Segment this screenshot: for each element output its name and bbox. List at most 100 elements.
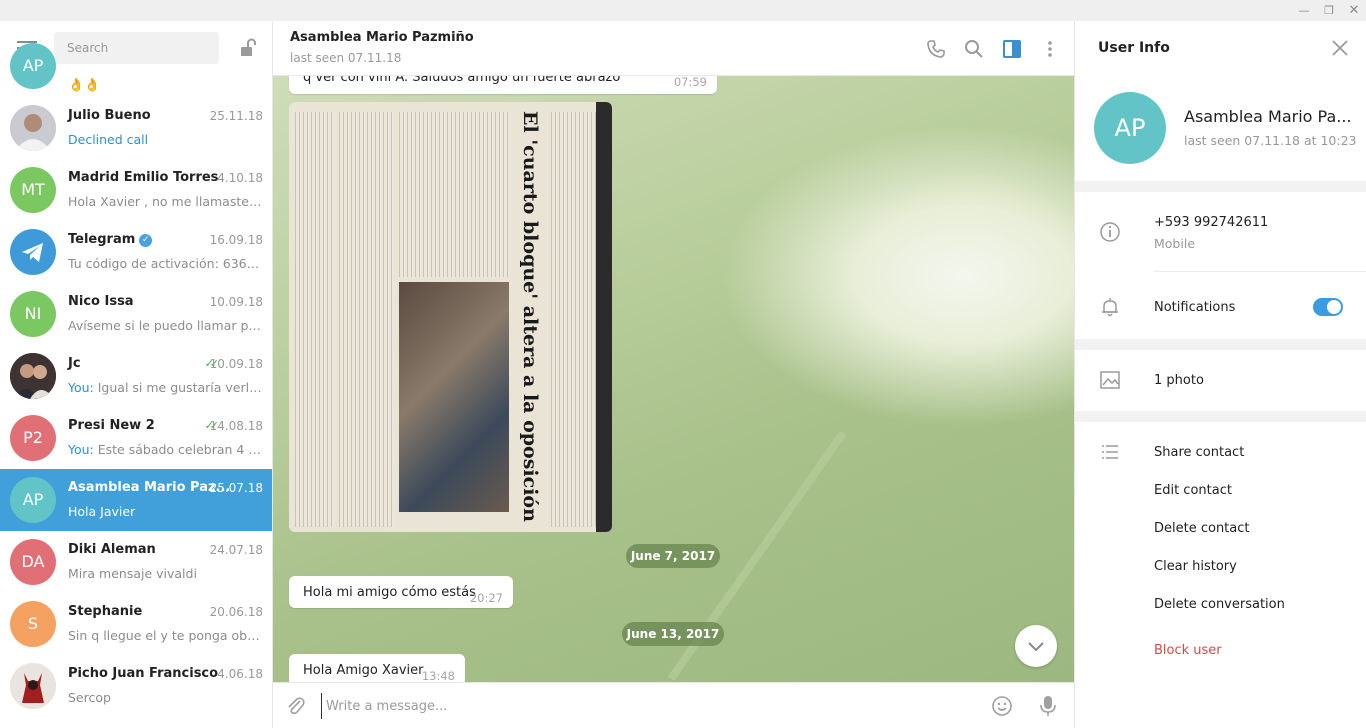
chat-date: 16.09.18 — [209, 233, 263, 247]
user-name: Asamblea Mario Pa... — [1184, 107, 1352, 126]
svg-text:El 'cuarto bloque' altera a la: El 'cuarto bloque' altera a la oposición… — [519, 111, 541, 527]
message-bubble[interactable]: q ver con vini A. Saludos amigo un fuert… — [289, 76, 717, 94]
block-user-button[interactable]: Block user — [1154, 643, 1222, 658]
minimize-button[interactable]: — — [1290, 0, 1318, 21]
list-item-message: 👌👌 — [68, 78, 101, 93]
message-composer — [273, 682, 1074, 728]
chat-last-message: Mira mensaje vivaldi — [68, 566, 197, 581]
edit-contact-button[interactable]: Edit contact — [1154, 483, 1232, 498]
message-bubble[interactable]: Hola Amigo Xavier 13:48 — [289, 654, 465, 682]
chat-item-presi-new-2[interactable]: P2 Presi New 2 ✓✓ 14.08.18 You: Este sáb… — [0, 407, 272, 469]
share-contact-button[interactable]: Share contact — [1154, 445, 1244, 460]
delete-contact-button[interactable]: Delete contact — [1154, 521, 1250, 536]
chat-item-stephanie[interactable]: S Stephanie 20.06.18 Sin q llegue el y t… — [0, 593, 272, 655]
chat-list: Julio Bueno 25.11.18 Declined call MT Ma… — [0, 97, 272, 717]
chat-date: 4.10.18 — [217, 171, 263, 185]
user-info-panel: User Info AP Asamblea Mario Pa... last s… — [1074, 21, 1366, 728]
date-separator: June 13, 2017 — [622, 622, 724, 646]
you-prefix: You: — [68, 442, 94, 457]
chat-header[interactable]: Asamblea Mario Pazmiño last seen 07.11.1… — [273, 21, 1074, 76]
chat-last-message: Sin q llegue el y te ponga obstá... — [68, 628, 264, 643]
chat-last-message: Declined call — [68, 132, 149, 147]
photo-message[interactable]: El 'cuarto bloque' altera a la oposición… — [289, 102, 612, 532]
message-input[interactable] — [321, 693, 971, 719]
message-time: 07:59 — [673, 76, 707, 89]
phone-label: Mobile — [1154, 236, 1196, 251]
delete-conversation-button[interactable]: Delete conversation — [1154, 597, 1285, 612]
chat-date: 25.07.18 — [209, 481, 263, 495]
chat-name: Asamblea Mario Paz... — [68, 480, 231, 495]
chat-name: Julio Bueno — [68, 108, 151, 123]
chat-item-madrid-emilio-torres[interactable]: MT Madrid Emilio Torres 4.10.18 Hola Xav… — [0, 159, 272, 221]
divider — [1154, 271, 1366, 272]
person-photo-icon — [10, 105, 56, 151]
close-window-button[interactable]: ✕ — [1340, 0, 1366, 21]
avatar: NI — [10, 291, 56, 337]
chat-name: Diki Aleman — [68, 542, 156, 557]
newspaper-photo — [399, 282, 509, 512]
chat-title: Asamblea Mario Pazmiño — [290, 30, 474, 45]
chat-name-text: Telegram — [68, 232, 136, 247]
phone-number[interactable]: +593 992742611 — [1154, 215, 1268, 230]
chat-date: 14.08.18 — [209, 419, 263, 433]
chat-item-telegram[interactable]: Telegram ✓ 16.09.18 Tu código de activaci… — [0, 221, 272, 283]
more-options-icon[interactable] — [1039, 38, 1061, 60]
avatar: MT — [10, 167, 56, 213]
chevron-down-icon — [1028, 642, 1044, 652]
avatar — [10, 353, 56, 399]
section-divider — [1075, 181, 1366, 192]
avatar: P2 — [10, 415, 56, 461]
chat-last-message-text: Este sábado celebran 4 a... — [97, 442, 264, 457]
chat-item-picho-juan-francisco[interactable]: Picho Juan Francisco 4.06.18 Sercop — [0, 655, 272, 717]
message-text: q ver con vini A. Saludos amigo un fuert… — [303, 76, 621, 85]
emoji-icon[interactable] — [991, 695, 1013, 717]
message-bubble[interactable]: Hola mi amigo cómo estás 20:27 — [289, 576, 513, 608]
chat-last-message: Sercop — [68, 690, 111, 705]
close-icon[interactable] — [1331, 39, 1349, 57]
chat-last-message: Hola Javier — [68, 504, 136, 519]
chat-date: 10.09.18 — [209, 357, 263, 371]
photo-icon — [1100, 371, 1120, 389]
chat-date: 10.09.18 — [209, 295, 263, 309]
chat-item-nico-issa[interactable]: NI Nico Issa 10.09.18 Avíseme si le pued… — [0, 283, 272, 345]
chat-date: 20.06.18 — [209, 605, 263, 619]
clear-history-button[interactable]: Clear history — [1154, 559, 1237, 574]
notifications-toggle[interactable] — [1313, 298, 1343, 316]
notifications-label: Notifications — [1154, 300, 1236, 315]
avatar[interactable]: AP — [1094, 92, 1166, 164]
sidebar-toggle-icon[interactable] — [1001, 38, 1023, 60]
chat-name: Stephanie — [68, 604, 143, 619]
search-icon[interactable] — [963, 38, 985, 60]
newspaper-column — [551, 112, 599, 527]
chat-item-jc[interactable]: Jc ✓✓ 10.09.18 You: Igual si me gustaría… — [0, 345, 272, 407]
window-titlebar: — ❐ ✕ — [0, 0, 1366, 21]
chat-last-message: Hola Xavier , no me llamaste y ... — [68, 194, 264, 209]
chat-name: Picho Juan Francisco — [68, 666, 219, 681]
avatar: AP — [10, 43, 56, 89]
chat-status: last seen 07.11.18 — [290, 51, 402, 65]
phone-icon[interactable] — [925, 38, 947, 60]
search-input[interactable] — [54, 32, 219, 64]
user-last-seen: last seen 07.11.18 at 10:23 — [1184, 133, 1357, 148]
chat-name: Jc — [68, 356, 81, 371]
chat-name: Nico Issa — [68, 294, 134, 309]
chat-item-julio-bueno[interactable]: Julio Bueno 25.11.18 Declined call — [0, 97, 272, 159]
panel-title: User Info — [1098, 40, 1170, 56]
attach-icon[interactable] — [285, 695, 307, 717]
info-icon — [1100, 222, 1120, 242]
microphone-icon[interactable] — [1039, 695, 1057, 717]
maximize-button[interactable]: ❐ — [1315, 0, 1343, 21]
telegram-plane-icon — [22, 243, 43, 262]
chat-item-asamblea-mario-pazmino[interactable]: AP Asamblea Mario Paz... 25.07.18 Hola J… — [0, 469, 272, 531]
avatar — [10, 105, 56, 151]
section-divider — [1075, 339, 1366, 350]
avatar: DA — [10, 539, 56, 585]
shared-photos-link[interactable]: 1 photo — [1154, 373, 1204, 388]
scroll-down-button[interactable] — [1015, 625, 1057, 667]
chat-list-panel: AP 👌👌 Julio Bueno 25.11.18 Declined call… — [0, 21, 273, 728]
date-separator: June 7, 2017 — [626, 544, 720, 568]
chat-item-diki-aleman[interactable]: DA Diki Aleman 24.07.18 Mira mensaje viv… — [0, 531, 272, 593]
chat-date: 25.11.18 — [209, 109, 263, 123]
lock-icon[interactable] — [238, 38, 258, 58]
newspaper-column — [399, 112, 509, 277]
